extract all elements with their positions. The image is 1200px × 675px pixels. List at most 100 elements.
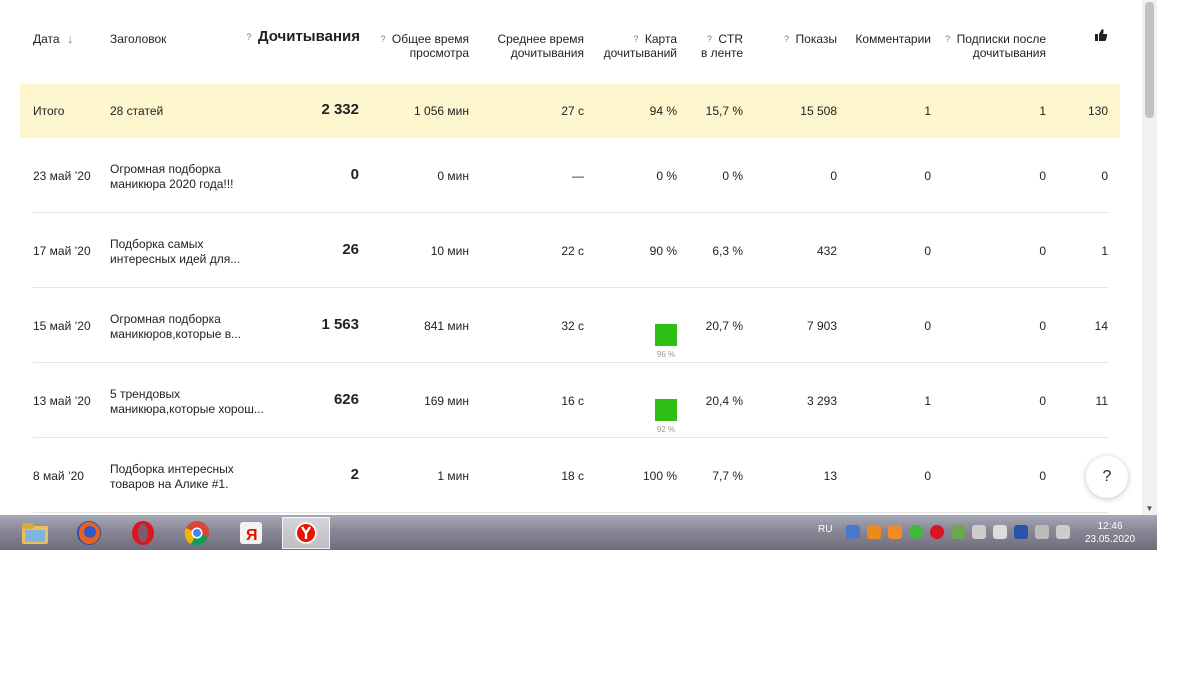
row-title-link[interactable]: товаров на Алике #1. <box>110 477 228 492</box>
row-avg-time: 16 с <box>561 394 584 408</box>
tray-security-icon[interactable] <box>1014 525 1028 539</box>
row-date: 17 май ’20 <box>33 244 91 258</box>
row-reads: 2 <box>350 466 359 483</box>
row-title-link[interactable]: Огромная подборка <box>110 312 221 327</box>
row-date: 13 май ’20 <box>33 394 91 408</box>
row-views: 432 <box>816 244 837 258</box>
row-total-time: 0 мин <box>437 169 469 183</box>
total-time-label-1: Общее время <box>391 32 469 46</box>
row-likes: 11 <box>1095 394 1108 408</box>
row-title-link[interactable]: интересных идей для... <box>110 252 240 267</box>
row-map: 0 % <box>656 169 677 183</box>
yandex-browser-icon[interactable] <box>282 517 330 549</box>
row-total-time: 169 мин <box>424 394 469 408</box>
row-title-link[interactable]: маникюра,которые хорош... <box>110 402 264 417</box>
vertical-scrollbar[interactable]: ▼ <box>1142 0 1157 515</box>
subs-label-1: Подписки после <box>956 32 1046 46</box>
tray-wand-icon[interactable] <box>993 525 1007 539</box>
help-icon[interactable]: ? <box>704 34 714 44</box>
total-articles: 28 статей <box>110 104 164 118</box>
map-label-1: Карта <box>644 32 677 46</box>
tray-app-icon[interactable] <box>888 525 902 539</box>
ctr-label-1: CTR <box>718 32 743 46</box>
row-comments: 0 <box>924 244 931 258</box>
row-total-time: 1 мин <box>437 469 469 483</box>
row-divider <box>33 512 1109 513</box>
svg-text:Я: Я <box>246 527 258 544</box>
row-avg-time: 32 с <box>561 319 584 333</box>
windows-taskbar: Я <box>0 515 1157 550</box>
explorer-icon[interactable] <box>12 518 58 548</box>
total-ctr: 15,7 % <box>705 104 743 118</box>
tray-app-icon[interactable] <box>846 525 860 539</box>
reads-label: Дочитывания <box>257 28 360 45</box>
row-title-link[interactable]: 5 трендовых <box>110 387 180 402</box>
row-views: 3 293 <box>806 394 837 408</box>
thumbs-up-icon <box>1095 29 1108 41</box>
help-icon[interactable]: ? <box>378 34 388 44</box>
help-icon[interactable]: ? <box>244 32 254 42</box>
tray-opera-icon[interactable] <box>930 525 944 539</box>
total-avg-time: 27 с <box>561 104 584 118</box>
avg-time-label-2: дочитывания <box>510 46 584 60</box>
total-label: Итого <box>33 104 65 118</box>
firefox-icon[interactable] <box>66 518 112 548</box>
network-icon[interactable] <box>1035 525 1049 539</box>
help-icon[interactable]: ? <box>631 34 641 44</box>
row-comments: 0 <box>924 169 931 183</box>
row-title-link[interactable]: маникюра 2020 года!!! <box>110 177 233 192</box>
row-total-time: 841 мин <box>424 319 469 333</box>
row-reads: 0 <box>350 166 359 183</box>
read-map-bar[interactable] <box>655 399 677 421</box>
row-views: 0 <box>830 169 837 183</box>
title-label: Заголовок <box>110 32 167 46</box>
tray-app-icon[interactable] <box>867 525 881 539</box>
stats-viewport: Дата ↓ Заголовок ? Дочитывания ? Общее вре… <box>0 0 1157 515</box>
row-date: 15 май ’20 <box>33 319 91 333</box>
total-reads: 2 332 <box>321 101 359 118</box>
volume-icon[interactable] <box>1056 525 1070 539</box>
row-avg-time: — <box>572 169 584 183</box>
row-likes: 0 <box>1101 169 1108 183</box>
views-label: Показы <box>795 32 837 46</box>
help-icon[interactable]: ? <box>943 34 953 44</box>
date-label: Дата <box>33 32 60 46</box>
row-title-link[interactable]: Огромная подборка <box>110 162 221 177</box>
total-views: 15 508 <box>800 104 837 118</box>
row-title-link[interactable]: Подборка самых <box>110 237 203 252</box>
tray-check-icon[interactable] <box>909 525 923 539</box>
scrollbar-thumb[interactable] <box>1145 2 1154 118</box>
clock-time: 12:46 <box>1097 521 1123 532</box>
read-map-bar[interactable] <box>655 324 677 346</box>
total-likes: 130 <box>1087 104 1108 118</box>
row-title-link[interactable]: маникюров,которые в... <box>110 327 241 342</box>
row-map: 90 % <box>649 244 677 258</box>
row-comments: 0 <box>924 319 931 333</box>
row-reads: 626 <box>333 391 359 408</box>
help-button[interactable]: ? <box>1086 456 1128 498</box>
language-indicator[interactable]: RU <box>818 524 832 535</box>
scroll-down-arrow-icon[interactable]: ▼ <box>1145 505 1154 513</box>
read-map-percent: 92 % <box>656 425 676 434</box>
tray-speaker-icon[interactable] <box>972 525 986 539</box>
row-likes: 1 <box>1101 244 1108 258</box>
read-map-percent: 96 % <box>656 350 676 359</box>
row-comments: 1 <box>924 394 931 408</box>
row-subs: 0 <box>1039 469 1046 483</box>
row-likes: 14 <box>1094 319 1108 333</box>
row-title-link[interactable]: Подборка интересных <box>110 462 234 477</box>
chrome-icon[interactable] <box>174 518 220 548</box>
total-time-label-2: просмотра <box>409 46 469 60</box>
total-comments: 1 <box>924 104 931 118</box>
opera-icon[interactable] <box>120 518 166 548</box>
row-date: 23 май ’20 <box>33 169 91 183</box>
row-avg-time: 22 с <box>561 244 584 258</box>
taskbar-clock[interactable]: 12:46 23.05.2020 <box>1080 520 1140 546</box>
clock-date: 23.05.2020 <box>1084 534 1136 545</box>
tray-shield-icon[interactable] <box>951 525 965 539</box>
comments-label: Комментарии <box>855 32 931 46</box>
row-reads: 1 563 <box>321 316 359 333</box>
help-icon[interactable]: ? <box>782 34 792 44</box>
yandex-icon[interactable]: Я <box>228 518 274 548</box>
row-date: 8 май ’20 <box>33 469 84 483</box>
